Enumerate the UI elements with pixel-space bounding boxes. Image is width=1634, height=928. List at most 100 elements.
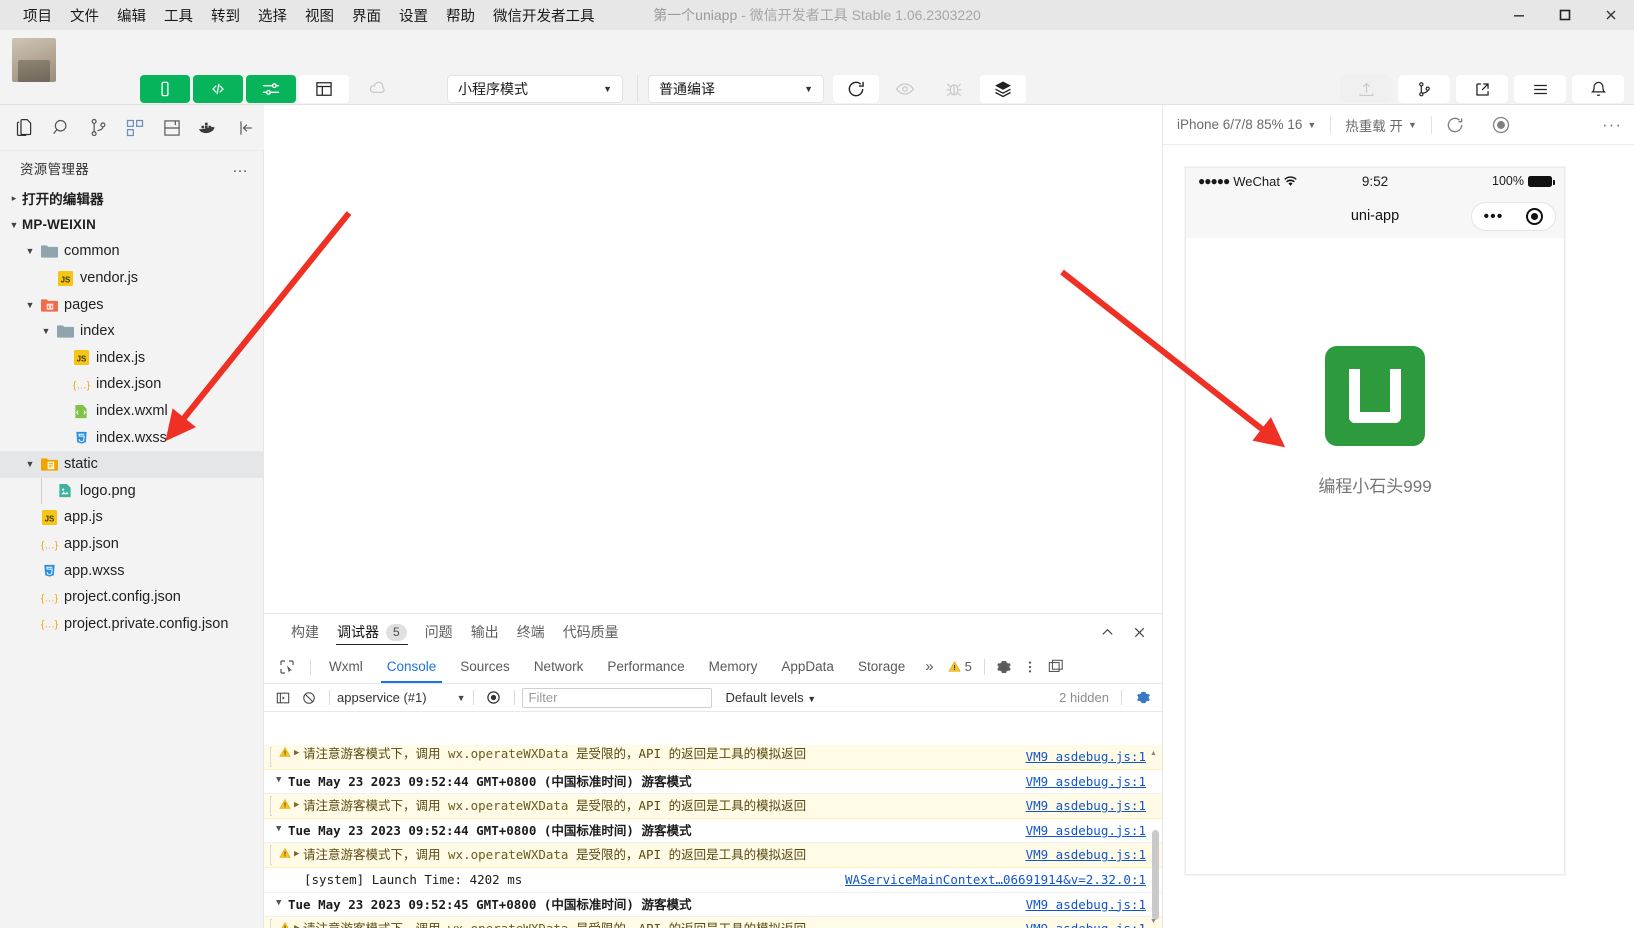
compile-select[interactable]: 普通编译 ▼ (648, 75, 824, 103)
menu-item-6[interactable]: 视图 (296, 2, 343, 29)
menu-item-7[interactable]: 界面 (343, 2, 390, 29)
tree-row-6[interactable]: ▸ JS index.js (0, 345, 263, 372)
tree-twisty-12[interactable]: ▸ (22, 512, 38, 523)
panel-tab-4[interactable]: 终端 (508, 614, 554, 650)
save-icon[interactable] (153, 105, 190, 151)
warning-count-badge[interactable]: 5 (942, 659, 978, 674)
editor-area[interactable] (264, 105, 1162, 613)
tree-row-7[interactable]: ▸{…} index.json (0, 371, 263, 398)
tree-twisty-9[interactable]: ▸ (54, 432, 70, 443)
devtools-settings-icon[interactable] (991, 654, 1017, 680)
tree-twisty-6[interactable]: ▸ (54, 352, 70, 363)
console-filter-input[interactable]: Filter (521, 687, 712, 708)
console-log-source-5[interactable]: WAServiceMainContext…06691914&v=2.32.0:1 (845, 872, 1146, 887)
hot-reload-select[interactable]: 热重载 开 ▼ (1331, 105, 1431, 145)
close-button[interactable] (1588, 0, 1634, 30)
console-scrollbar[interactable]: ▲ ▼ (1149, 748, 1160, 926)
devtools-menu-icon[interactable] (1017, 654, 1043, 680)
docker-icon[interactable] (190, 105, 227, 151)
tree-row-12[interactable]: ▸ JS app.js (0, 504, 263, 531)
maximize-button[interactable] (1542, 0, 1588, 30)
devtools-overflow-icon[interactable]: » (917, 658, 941, 675)
menu-item-1[interactable]: 文件 (61, 2, 108, 29)
devtools-tab-7[interactable]: Storage (846, 650, 917, 683)
console-log-source-6[interactable]: VM9 asdebug.js:1 (1026, 897, 1146, 912)
close-icon[interactable] (1126, 620, 1152, 644)
console-sidebar-toggle-icon[interactable] (270, 685, 296, 711)
extensions-icon[interactable] (117, 105, 154, 151)
wechat-capsule[interactable]: ••• (1471, 202, 1556, 231)
console-log-2[interactable]: ▶ 请注意游客模式下，调用 wx.operateWXData 是受限的，API 的… (264, 794, 1162, 819)
user-avatar[interactable] (12, 38, 56, 82)
console-log-source-3[interactable]: VM9 asdebug.js:1 (1026, 823, 1146, 838)
tree-twisty-8[interactable]: ▸ (54, 406, 70, 417)
inspect-element-icon[interactable] (270, 659, 304, 675)
console-expand-arrow-0[interactable]: ▶ (294, 745, 303, 758)
console-log-3[interactable]: ▼ Tue May 23 2023 09:52:44 GMT+0800 (中国标准… (264, 819, 1162, 844)
menu-item-9[interactable]: 帮助 (437, 2, 484, 29)
phone-simulator[interactable]: ●●●●● WeChat 9:52 100% uni-app ••• 编程小石头… (1185, 167, 1565, 875)
console-group-triangle-6[interactable]: ▼ (276, 896, 288, 908)
capsule-close-icon[interactable] (1526, 208, 1544, 225)
devtools-dock-icon[interactable] (1043, 654, 1069, 680)
tree-row-4[interactable]: ▼ pages (0, 291, 263, 318)
panel-tab-2[interactable]: 问题 (416, 614, 462, 650)
tree-twisty-14[interactable]: ▸ (22, 565, 38, 576)
menu-item-3[interactable]: 工具 (155, 2, 202, 29)
devtools-tab-6[interactable]: AppData (769, 650, 846, 683)
device-select[interactable]: iPhone 6/7/8 85% 16 ▼ (1163, 105, 1330, 145)
console-scrollbar-thumb[interactable] (1152, 829, 1159, 920)
devtools-tab-1[interactable]: Console (375, 650, 449, 683)
console-log-source-0[interactable]: VM9 asdebug.js:1 (1026, 749, 1146, 764)
console-log-source-7[interactable]: VM9 asdebug.js:1 (1026, 921, 1146, 928)
console-log-6[interactable]: ▼ Tue May 23 2023 09:52:45 GMT+0800 (中国标准… (264, 893, 1162, 918)
tree-twisty-0[interactable]: ▸ (6, 193, 22, 204)
mode-select[interactable]: 小程序模式 ▼ (447, 75, 623, 103)
panel-tab-3[interactable]: 输出 (462, 614, 508, 650)
tree-row-9[interactable]: ▸ index.wxss (0, 424, 263, 451)
console-expand-arrow-4[interactable]: ▶ (294, 846, 303, 859)
console-group-triangle-3[interactable]: ▼ (276, 822, 288, 834)
scroll-down-arrow[interactable]: ▼ (1149, 916, 1158, 926)
tree-twisty-1[interactable]: ▼ (6, 220, 22, 230)
console-log-source-1[interactable]: VM9 asdebug.js:1 (1026, 774, 1146, 789)
console-expand-arrow-7[interactable]: ▶ (294, 920, 303, 928)
console-log-0[interactable]: ▶ 请注意游客模式下，调用 wx.operateWXData 是受限的，API 的… (264, 745, 1162, 770)
console-log-source-2[interactable]: VM9 asdebug.js:1 (1026, 798, 1146, 813)
tree-twisty-2[interactable]: ▼ (22, 246, 38, 256)
minimize-button[interactable] (1496, 0, 1542, 30)
console-log-1[interactable]: ▼ Tue May 23 2023 09:52:44 GMT+0800 (中国标准… (264, 770, 1162, 795)
devtools-tab-2[interactable]: Sources (448, 650, 522, 683)
devtools-tab-5[interactable]: Memory (697, 650, 770, 683)
collapse-icon[interactable] (227, 105, 264, 151)
tree-twisty-7[interactable]: ▸ (54, 379, 70, 390)
console-eye-icon[interactable] (481, 685, 507, 711)
devtools-tab-3[interactable]: Network (522, 650, 596, 683)
tree-twisty-10[interactable]: ▼ (22, 459, 38, 469)
panel-tab-0[interactable]: 构建 (282, 614, 328, 650)
tree-row-3[interactable]: ▸ JS vendor.js (0, 265, 263, 292)
console-expand-arrow-2[interactable]: ▶ (294, 797, 303, 810)
console-settings-icon[interactable] (1130, 685, 1156, 711)
tree-row-11[interactable]: ▸logo.png (0, 477, 263, 505)
console-log-7[interactable]: ▶请注意游客模式下，调用 wx.operateWXData 是受限的，API 的… (264, 917, 1162, 928)
console-log-5[interactable]: [system] Launch Time: 4202 ms WAServiceMa… (264, 868, 1162, 893)
panel-tab-5[interactable]: 代码质量 (554, 614, 628, 650)
tree-twisty-16[interactable]: ▸ (22, 618, 38, 629)
scroll-up-arrow[interactable]: ▲ (1149, 748, 1158, 758)
menu-item-5[interactable]: 选择 (249, 2, 296, 29)
devtools-tab-4[interactable]: Performance (595, 650, 696, 683)
tree-row-13[interactable]: ▸{…} app.json (0, 531, 263, 558)
search-icon[interactable] (43, 105, 80, 151)
tree-twisty-4[interactable]: ▼ (22, 300, 38, 310)
capsule-more-icon[interactable]: ••• (1484, 208, 1504, 225)
explorer-more-icon[interactable]: … (232, 159, 249, 177)
refresh-circle-icon[interactable] (1432, 105, 1478, 145)
tree-row-0[interactable]: ▸ 打开的编辑器 (0, 185, 263, 212)
menu-item-10[interactable]: 微信开发者工具 (484, 2, 604, 29)
tree-row-2[interactable]: ▼ common (0, 238, 263, 265)
tree-twisty-3[interactable]: ▸ (38, 273, 54, 284)
devtools-tab-0[interactable]: Wxml (317, 650, 375, 683)
clear-console-icon[interactable] (296, 685, 322, 711)
console-levels-select[interactable]: Default levels ▼ (726, 690, 817, 705)
